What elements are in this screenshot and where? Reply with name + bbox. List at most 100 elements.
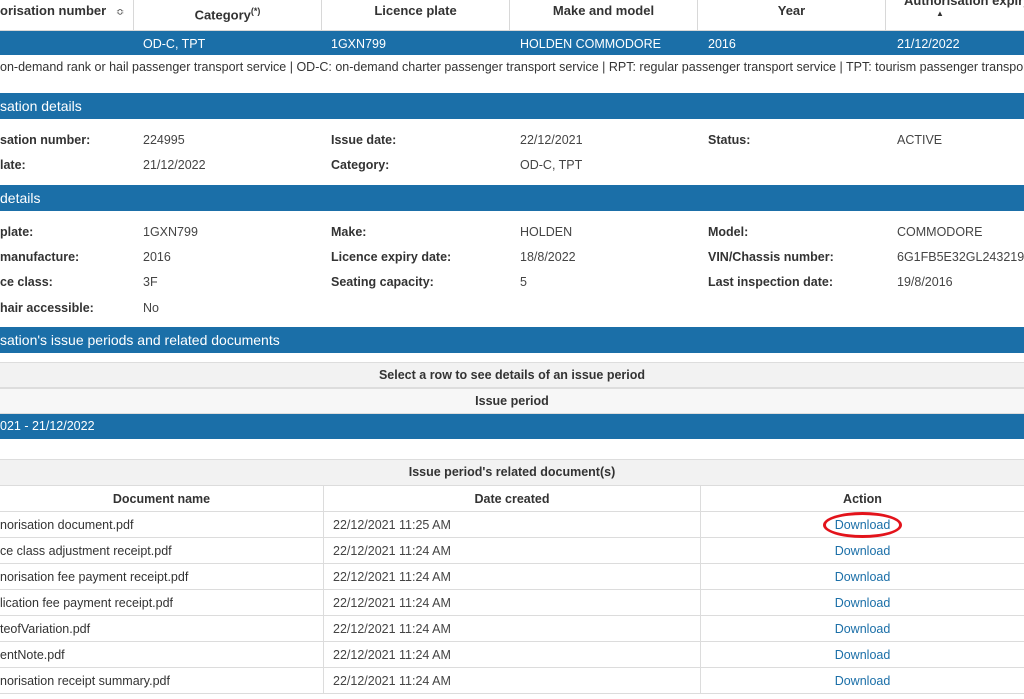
column-header-licence-plate[interactable]: Licence plate: [322, 0, 510, 30]
category-legend: on-demand rank or hail passenger transpo…: [0, 60, 1024, 74]
table-row[interactable]: entNote.pdf 22/12/2021 11:24 AM Download: [0, 641, 1024, 668]
document-date: 22/12/2021 11:24 AM: [323, 667, 701, 694]
download-link[interactable]: Download: [835, 518, 891, 532]
action-cell: Download: [700, 667, 1024, 694]
category-label: Category:: [331, 158, 390, 172]
wheelchair-accessible-label: hair accessible:: [0, 301, 94, 315]
download-link[interactable]: Download: [835, 596, 891, 610]
vin-value: 6G1FB5E32GL243219: [897, 250, 1024, 264]
table-row[interactable]: teofVariation.pdf 22/12/2021 11:24 AM Do…: [0, 615, 1024, 642]
document-name: ce class adjustment receipt.pdf: [0, 537, 324, 564]
category-footnote-marker: (*): [250, 6, 261, 16]
document-name: norisation receipt summary.pdf: [0, 667, 324, 694]
model-label: Model:: [708, 225, 749, 239]
action-cell: Download: [700, 615, 1024, 642]
model-value: COMMODORE: [897, 225, 983, 239]
year-of-manufacture-label: manufacture:: [0, 250, 80, 264]
document-date: 22/12/2021 11:24 AM: [323, 537, 701, 564]
vin-label: VIN/Chassis number:: [708, 250, 834, 264]
action-cell: Download: [700, 563, 1024, 590]
table-row[interactable]: lication fee payment receipt.pdf 22/12/2…: [0, 589, 1024, 616]
download-link[interactable]: Download: [835, 674, 891, 688]
document-date: 22/12/2021 11:25 AM: [323, 511, 701, 538]
document-date: 22/12/2021 11:24 AM: [323, 589, 701, 616]
vehicle-details-heading: details: [0, 185, 1024, 211]
wheelchair-accessible-value: No: [143, 301, 159, 315]
column-header-authorisation-expiry[interactable]: Authorisation expiry ▲: [886, 0, 1024, 30]
status-label: Status:: [708, 133, 751, 147]
column-header-document-name: Document name: [0, 485, 324, 512]
sort-ascending-icon[interactable]: ▲: [856, 10, 1024, 18]
document-name: lication fee payment receipt.pdf: [0, 589, 324, 616]
sort-icon[interactable]: ≎: [116, 7, 124, 18]
row-licence-plate: 1GXN799: [331, 37, 386, 51]
authorisation-details-heading: sation details: [0, 93, 1024, 119]
download-link[interactable]: Download: [835, 622, 891, 636]
document-date: 22/12/2021 11:24 AM: [323, 641, 701, 668]
authorisations-table-header: orisation number ≎ Category(*) Licence p…: [0, 0, 1024, 31]
table-row[interactable]: norisation fee payment receipt.pdf 22/12…: [0, 563, 1024, 590]
licence-expiry-label: Licence expiry date:: [331, 250, 452, 264]
column-header-label: Licence plate: [374, 3, 457, 18]
column-header-label: Year: [777, 3, 806, 18]
download-link[interactable]: Download: [835, 570, 891, 584]
action-cell: Download: [700, 589, 1024, 616]
make-label: Make:: [331, 225, 367, 239]
column-header-label: Authorisation expiry: [904, 0, 1024, 8]
last-inspection-value: 19/8/2016: [897, 275, 953, 289]
related-documents-table: Document name Date created Action norisa…: [0, 485, 1024, 694]
expiry-date-value: 21/12/2022: [143, 158, 206, 172]
section-title: sation's issue periods and related docum…: [0, 332, 280, 348]
table-row[interactable]: ce class adjustment receipt.pdf 22/12/20…: [0, 537, 1024, 564]
issue-date-value: 22/12/2021: [520, 133, 583, 147]
related-documents-heading: Issue period's related document(s): [0, 459, 1024, 486]
service-class-value: 3F: [143, 275, 158, 289]
seating-capacity-value: 5: [520, 275, 527, 289]
documents-header-row: Document name Date created Action: [0, 485, 1024, 512]
document-name: norisation fee payment receipt.pdf: [0, 563, 324, 590]
action-cell: Download: [700, 511, 1024, 538]
document-name: norisation document.pdf: [0, 511, 324, 538]
row-authorisation-expiry: 21/12/2022: [897, 37, 960, 51]
document-date: 22/12/2021 11:24 AM: [323, 563, 701, 590]
section-title: sation details: [0, 98, 82, 114]
issue-period-column-header: Issue period: [0, 388, 1024, 414]
column-header-action: Action: [700, 485, 1024, 512]
issue-period-range: 021 - 21/12/2022: [0, 419, 95, 433]
column-header-year[interactable]: Year: [698, 0, 886, 30]
section-title: details: [0, 190, 41, 206]
document-name: teofVariation.pdf: [0, 615, 324, 642]
service-class-label: ce class:: [0, 275, 53, 289]
issue-periods-heading: sation's issue periods and related docum…: [0, 327, 1024, 353]
column-header-label: Category: [194, 7, 251, 23]
column-header-label: Make and model: [552, 3, 655, 18]
row-year: 2016: [708, 37, 736, 51]
issue-date-label: Issue date:: [331, 133, 397, 147]
column-header-label: orisation number: [0, 3, 107, 18]
table-row[interactable]: norisation document.pdf 22/12/2021 11:25…: [0, 511, 1024, 538]
licence-expiry-value: 18/8/2022: [520, 250, 576, 264]
year-of-manufacture-value: 2016: [143, 250, 171, 264]
licence-plate-value: 1GXN799: [143, 225, 198, 239]
action-cell: Download: [700, 537, 1024, 564]
table-row[interactable]: norisation receipt summary.pdf 22/12/202…: [0, 667, 1024, 694]
expiry-date-label: late:: [0, 158, 26, 172]
make-value: HOLDEN: [520, 225, 573, 239]
licence-plate-label: plate:: [0, 225, 34, 239]
column-header-make-and-model[interactable]: Make and model: [510, 0, 698, 30]
download-link[interactable]: Download: [835, 648, 891, 662]
download-link[interactable]: Download: [835, 544, 891, 558]
seating-capacity-label: Seating capacity:: [331, 275, 434, 289]
last-inspection-label: Last inspection date:: [708, 275, 834, 289]
action-cell: Download: [700, 641, 1024, 668]
status-value: ACTIVE: [897, 133, 943, 147]
authorisation-number-label: sation number:: [0, 133, 91, 147]
column-header-category[interactable]: Category(*): [134, 0, 322, 30]
column-header-authorisation-number[interactable]: orisation number ≎: [0, 0, 134, 30]
issue-period-select-hint: Select a row to see details of an issue …: [0, 362, 1024, 388]
issue-period-row-selected[interactable]: 021 - 21/12/2022: [0, 414, 1024, 439]
category-value: OD-C, TPT: [520, 158, 583, 172]
column-header-date-created: Date created: [323, 485, 701, 512]
selected-authorisation-row[interactable]: OD-C, TPT 1GXN799 HOLDEN COMMODORE 2016 …: [0, 31, 1024, 55]
authorisation-number-value: 224995: [143, 133, 185, 147]
